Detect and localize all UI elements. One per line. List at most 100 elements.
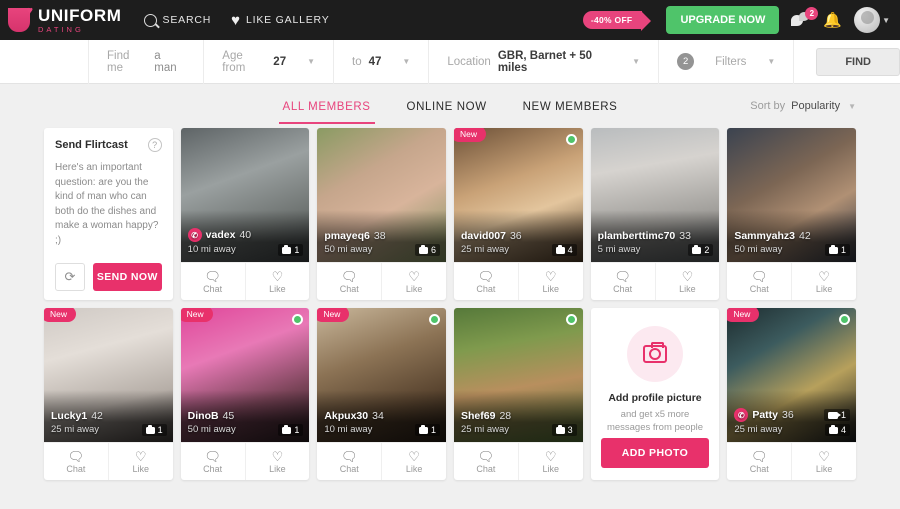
- upgrade-now-button[interactable]: UPGRADE NOW: [666, 6, 780, 34]
- member-tabs: ALL MEMBERS ONLINE NOW NEW MEMBERS: [278, 89, 622, 124]
- member-card-david007[interactable]: New david007 36 25 mi away 4 🗨 Chat ♡ Li…: [454, 128, 583, 300]
- chat-button[interactable]: 🗨 Chat: [454, 263, 518, 300]
- like-label: Like: [132, 463, 149, 474]
- member-name-row: Sammyahz3 42: [734, 230, 849, 242]
- member-card-lucky1[interactable]: New Lucky1 42 25 mi away 1 🗨 Chat ♡ Like: [44, 308, 173, 480]
- like-button[interactable]: ♡ Like: [107, 443, 173, 480]
- age-from-field[interactable]: Age from 27 ▼: [204, 39, 335, 84]
- heart-icon: ♡: [818, 448, 830, 464]
- member-photo[interactable]: New david007 36 25 mi away 4: [454, 128, 583, 262]
- user-menu[interactable]: ▼: [854, 7, 890, 33]
- heart-icon: ♥: [231, 11, 240, 29]
- send-now-button[interactable]: SEND NOW: [93, 263, 162, 291]
- member-photo[interactable]: New ✆ Patty 36 25 mi away 1 4: [727, 308, 856, 442]
- age-to-value: 47: [368, 55, 382, 68]
- photo-count-badge: 4: [824, 424, 850, 436]
- heart-icon: ♡: [544, 448, 557, 464]
- like-button[interactable]: ♡ Like: [381, 263, 446, 300]
- camera-icon: [145, 424, 155, 434]
- member-age: 40: [239, 229, 252, 241]
- filters-field[interactable]: 2 Filters ▼: [659, 39, 795, 84]
- card-actions: 🗨 Chat ♡ Like: [727, 442, 856, 480]
- member-name: vadex: [205, 229, 236, 241]
- question-mark-icon[interactable]: ?: [147, 138, 162, 152]
- camera-icon: [555, 424, 565, 434]
- card-actions: 🗨 Chat ♡ Like: [317, 442, 446, 480]
- member-photo[interactable]: New Lucky1 42 25 mi away 1: [44, 308, 173, 442]
- like-button[interactable]: ♡ Like: [517, 263, 583, 300]
- chat-icon: 🗨: [750, 448, 768, 464]
- sort-label: Sort by: [750, 100, 786, 112]
- member-name: pmayeq6: [324, 230, 370, 242]
- member-card-patty[interactable]: New ✆ Patty 36 25 mi away 1 4 🗨 Chat ♡ L…: [727, 308, 856, 480]
- chat-button[interactable]: 🗨 Chat: [317, 263, 381, 300]
- like-button[interactable]: ♡ Like: [381, 443, 446, 480]
- member-card-shef69[interactable]: Shef69 28 25 mi away 3 🗨 Chat ♡ Like: [454, 308, 583, 480]
- media-counts: 2: [688, 244, 714, 256]
- heart-icon: ♡: [544, 268, 557, 284]
- member-card-vadex[interactable]: ✆ vadex 40 10 mi away 1 🗨 Chat ♡ Like: [180, 128, 310, 300]
- chat-icon: 🗨: [204, 448, 221, 464]
- chat-button[interactable]: 🗨 Chat: [44, 443, 108, 480]
- age-to-field[interactable]: to 47 ▼: [334, 39, 430, 84]
- add-photo-button[interactable]: ADD PHOTO: [600, 438, 710, 468]
- chat-button[interactable]: 🗨 Chat: [181, 263, 245, 300]
- promo-badge[interactable]: -40% OFF: [582, 11, 651, 31]
- member-photo[interactable]: Sammyahz3 42 50 mi away 1: [727, 128, 856, 262]
- chat-button[interactable]: 🗨 Chat: [727, 263, 791, 300]
- member-age: 42: [91, 410, 103, 422]
- photo-count: 1: [840, 245, 846, 255]
- member-photo[interactable]: pmayeq6 38 50 mi away 6: [317, 128, 446, 262]
- member-card-dinob[interactable]: New DinoB 45 50 mi away 1 🗨 Chat ♡ Like: [180, 308, 310, 480]
- brand-logo[interactable]: UNIFORM DATING: [8, 6, 122, 34]
- member-photo[interactable]: plamberttimc70 33 5 mi away 2: [590, 128, 720, 262]
- photo-count: 1: [157, 425, 163, 435]
- chat-label: Chat: [203, 463, 223, 474]
- nav-label-search: SEARCH: [162, 14, 212, 26]
- messages-button[interactable]: 2: [791, 7, 819, 28]
- chat-button[interactable]: 🗨 Chat: [591, 263, 655, 300]
- member-age: 38: [373, 230, 386, 242]
- age-from-value: 27: [273, 55, 287, 68]
- like-button[interactable]: ♡ Like: [244, 263, 310, 300]
- like-button[interactable]: ♡ Like: [654, 263, 720, 300]
- add-profile-picture-card: Add profile picture and get x5 more mess…: [590, 308, 720, 480]
- tab-new-members[interactable]: NEW MEMBERS: [519, 89, 622, 124]
- chat-button[interactable]: 🗨 Chat: [181, 443, 245, 480]
- flirtcast-card: Send Flirtcast ? Here's an important que…: [44, 128, 173, 300]
- heart-icon: ♡: [271, 268, 284, 284]
- member-card-plamberttimc70[interactable]: plamberttimc70 33 5 mi away 2 🗨 Chat ♡ L…: [590, 128, 720, 300]
- member-photo[interactable]: New Akpux30 34 10 mi away 1: [317, 308, 446, 442]
- notifications-button[interactable]: 🔔: [823, 13, 842, 28]
- member-name: Lucky1: [51, 410, 88, 422]
- tab-online-now[interactable]: ONLINE NOW: [403, 89, 491, 124]
- like-button[interactable]: ♡ Like: [791, 263, 856, 300]
- nav-item-search[interactable]: SEARCH: [143, 13, 212, 27]
- heart-icon: ♡: [134, 448, 147, 464]
- chat-button[interactable]: 🗨 Chat: [727, 443, 791, 480]
- top-header: UNIFORM DATING SEARCH ♥ LIKE GALLERY -40…: [0, 0, 900, 40]
- refresh-icon[interactable]: ⟳: [55, 263, 85, 291]
- member-card-akpux30[interactable]: New Akpux30 34 10 mi away 1 🗨 Chat ♡ Lik…: [317, 308, 446, 480]
- location-field[interactable]: Location GBR, Barnet + 50 miles ▼: [429, 39, 660, 84]
- camera-icon: [642, 342, 667, 363]
- chat-button[interactable]: 🗨 Chat: [454, 443, 518, 480]
- like-button[interactable]: ♡ Like: [517, 443, 583, 480]
- sort-control[interactable]: Sort by Popularity ▼: [750, 100, 856, 112]
- sort-value: Popularity: [791, 100, 841, 112]
- chat-icon: 🗨: [614, 268, 631, 284]
- chat-button[interactable]: 🗨 Chat: [317, 443, 381, 480]
- chevron-down-icon: ▼: [767, 57, 776, 66]
- like-button[interactable]: ♡ Like: [791, 443, 856, 480]
- like-label: Like: [815, 283, 833, 294]
- find-me-field[interactable]: Find me a man: [88, 39, 205, 84]
- like-button[interactable]: ♡ Like: [244, 443, 310, 480]
- tab-all-members[interactable]: ALL MEMBERS: [278, 89, 375, 124]
- member-photo[interactable]: New DinoB 45 50 mi away 1: [180, 308, 310, 442]
- member-photo[interactable]: ✆ vadex 40 10 mi away 1: [180, 128, 310, 262]
- find-button[interactable]: FIND: [816, 47, 900, 76]
- member-card-pmayeq6[interactable]: pmayeq6 38 50 mi away 6 🗨 Chat ♡ Like: [317, 128, 446, 300]
- nav-item-like-gallery[interactable]: ♥ LIKE GALLERY: [231, 13, 329, 28]
- member-photo[interactable]: Shef69 28 25 mi away 3: [454, 308, 583, 442]
- member-card-sammyahz3[interactable]: Sammyahz3 42 50 mi away 1 🗨 Chat ♡ Like: [727, 128, 856, 300]
